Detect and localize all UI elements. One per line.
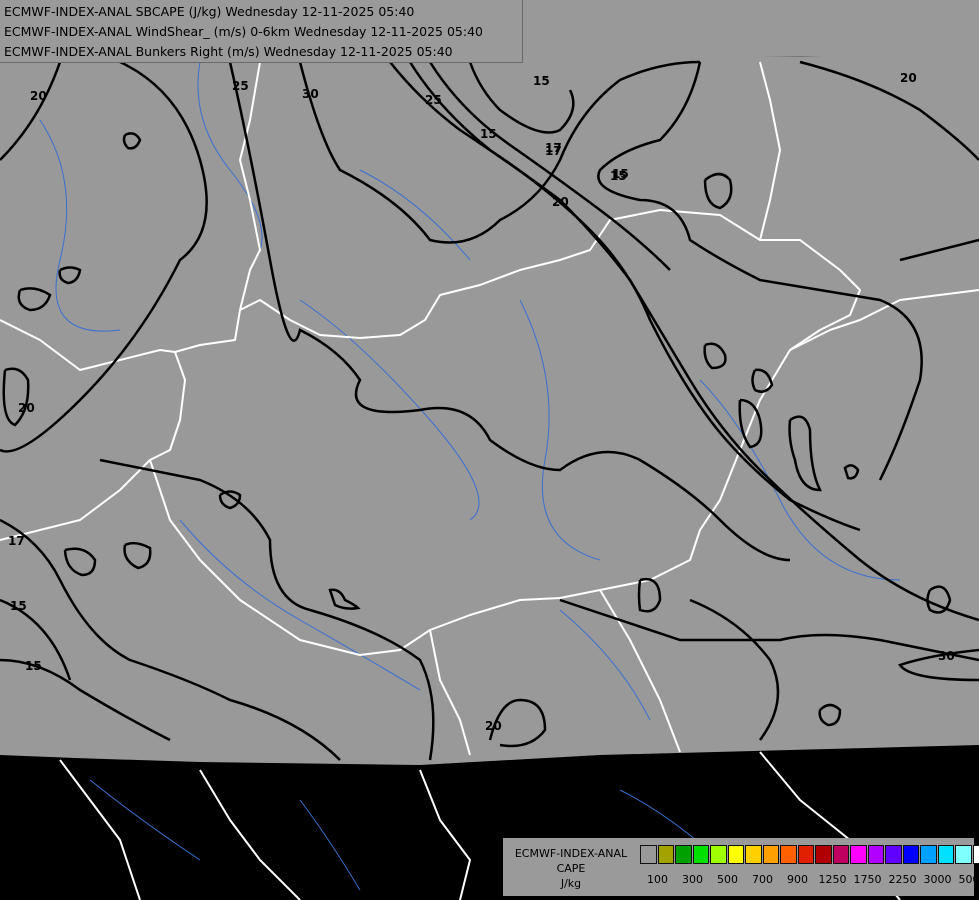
contour-label: 20 [485, 719, 502, 733]
contour-label: 15 [533, 74, 550, 88]
legend-swatch [675, 845, 692, 864]
contour-label: 25 [232, 79, 249, 93]
legend-swatch [972, 845, 979, 864]
legend-swatch [745, 845, 762, 864]
legend-swatch [780, 845, 797, 864]
legend-tick-labels: 100 300 500 700 900 1250 1750 2250 3000 5000 [640, 873, 979, 887]
legend-tick-label: 5000 [958, 873, 979, 886]
legend-swatch [885, 845, 902, 864]
contour-label: 30 [938, 649, 955, 663]
cape-legend: ECMWF-INDEX-ANAL CAPE J/kg 100 300 500 700 9… [503, 838, 979, 896]
contour-label: 20 [18, 401, 35, 415]
contour-label: 15 [612, 167, 629, 181]
title-line-cape: ECMWF-INDEX-ANAL SBCAPE (J/kg) Wednesday… [4, 4, 415, 19]
map-canvas: 15 17 15 25 30 20 25 15 17 15 20 20 20 1… [0, 0, 979, 900]
contour-label: 20 [30, 89, 47, 103]
legend-title: ECMWF-INDEX-ANAL CAPE J/kg [507, 846, 635, 891]
legend-swatch [937, 845, 954, 864]
legend-swatch [902, 845, 919, 864]
legend-swatch [815, 845, 832, 864]
map-title-box: ECMWF-INDEX-ANAL SBCAPE (J/kg) Wednesday… [0, 0, 523, 63]
legend-title-line: J/kg [560, 877, 582, 890]
legend-tick-label: 1750 [853, 873, 882, 886]
legend-swatch [797, 845, 814, 864]
legend-tick-label: 1250 [818, 873, 847, 886]
contour-label: 17 [8, 534, 25, 548]
model-domain [0, 0, 979, 765]
legend-color-scale [640, 845, 979, 864]
contour-label: 25 [425, 93, 442, 107]
legend-title-line: CAPE [556, 862, 586, 875]
legend-tick-label: 300 [682, 873, 703, 886]
legend-swatch [832, 845, 849, 864]
legend-swatch [955, 845, 972, 864]
legend-tick-label: 100 [647, 873, 668, 886]
legend-swatch [867, 845, 884, 864]
contour-label: 20 [552, 195, 569, 209]
legend-swatch [657, 845, 674, 864]
legend-title-line: ECMWF-INDEX-ANAL [514, 847, 628, 860]
title-line-windshear: ECMWF-INDEX-ANAL WindShear_ (m/s) 0-6km … [4, 24, 483, 39]
contour-label: 30 [302, 87, 319, 101]
contour-label: 20 [900, 71, 917, 85]
legend-swatch [850, 845, 867, 864]
legend-swatch [640, 845, 657, 864]
legend-tick-label: 500 [717, 873, 738, 886]
title-line-bunkers: ECMWF-INDEX-ANAL Bunkers Right (m/s) Wed… [4, 44, 453, 59]
legend-swatch [727, 845, 744, 864]
legend-swatch [692, 845, 709, 864]
legend-tick-label: 900 [787, 873, 808, 886]
legend-tick-label: 2250 [888, 873, 917, 886]
legend-swatch [710, 845, 727, 864]
contour-label: 15 [25, 659, 42, 673]
contour-label: 15 [10, 599, 27, 613]
legend-tick-label: 3000 [923, 873, 952, 886]
legend-tick-label: 700 [752, 873, 773, 886]
contour-label: 15 [480, 127, 497, 141]
legend-swatch [762, 845, 779, 864]
contour-label: 17 [545, 141, 562, 155]
legend-swatch [920, 845, 937, 864]
